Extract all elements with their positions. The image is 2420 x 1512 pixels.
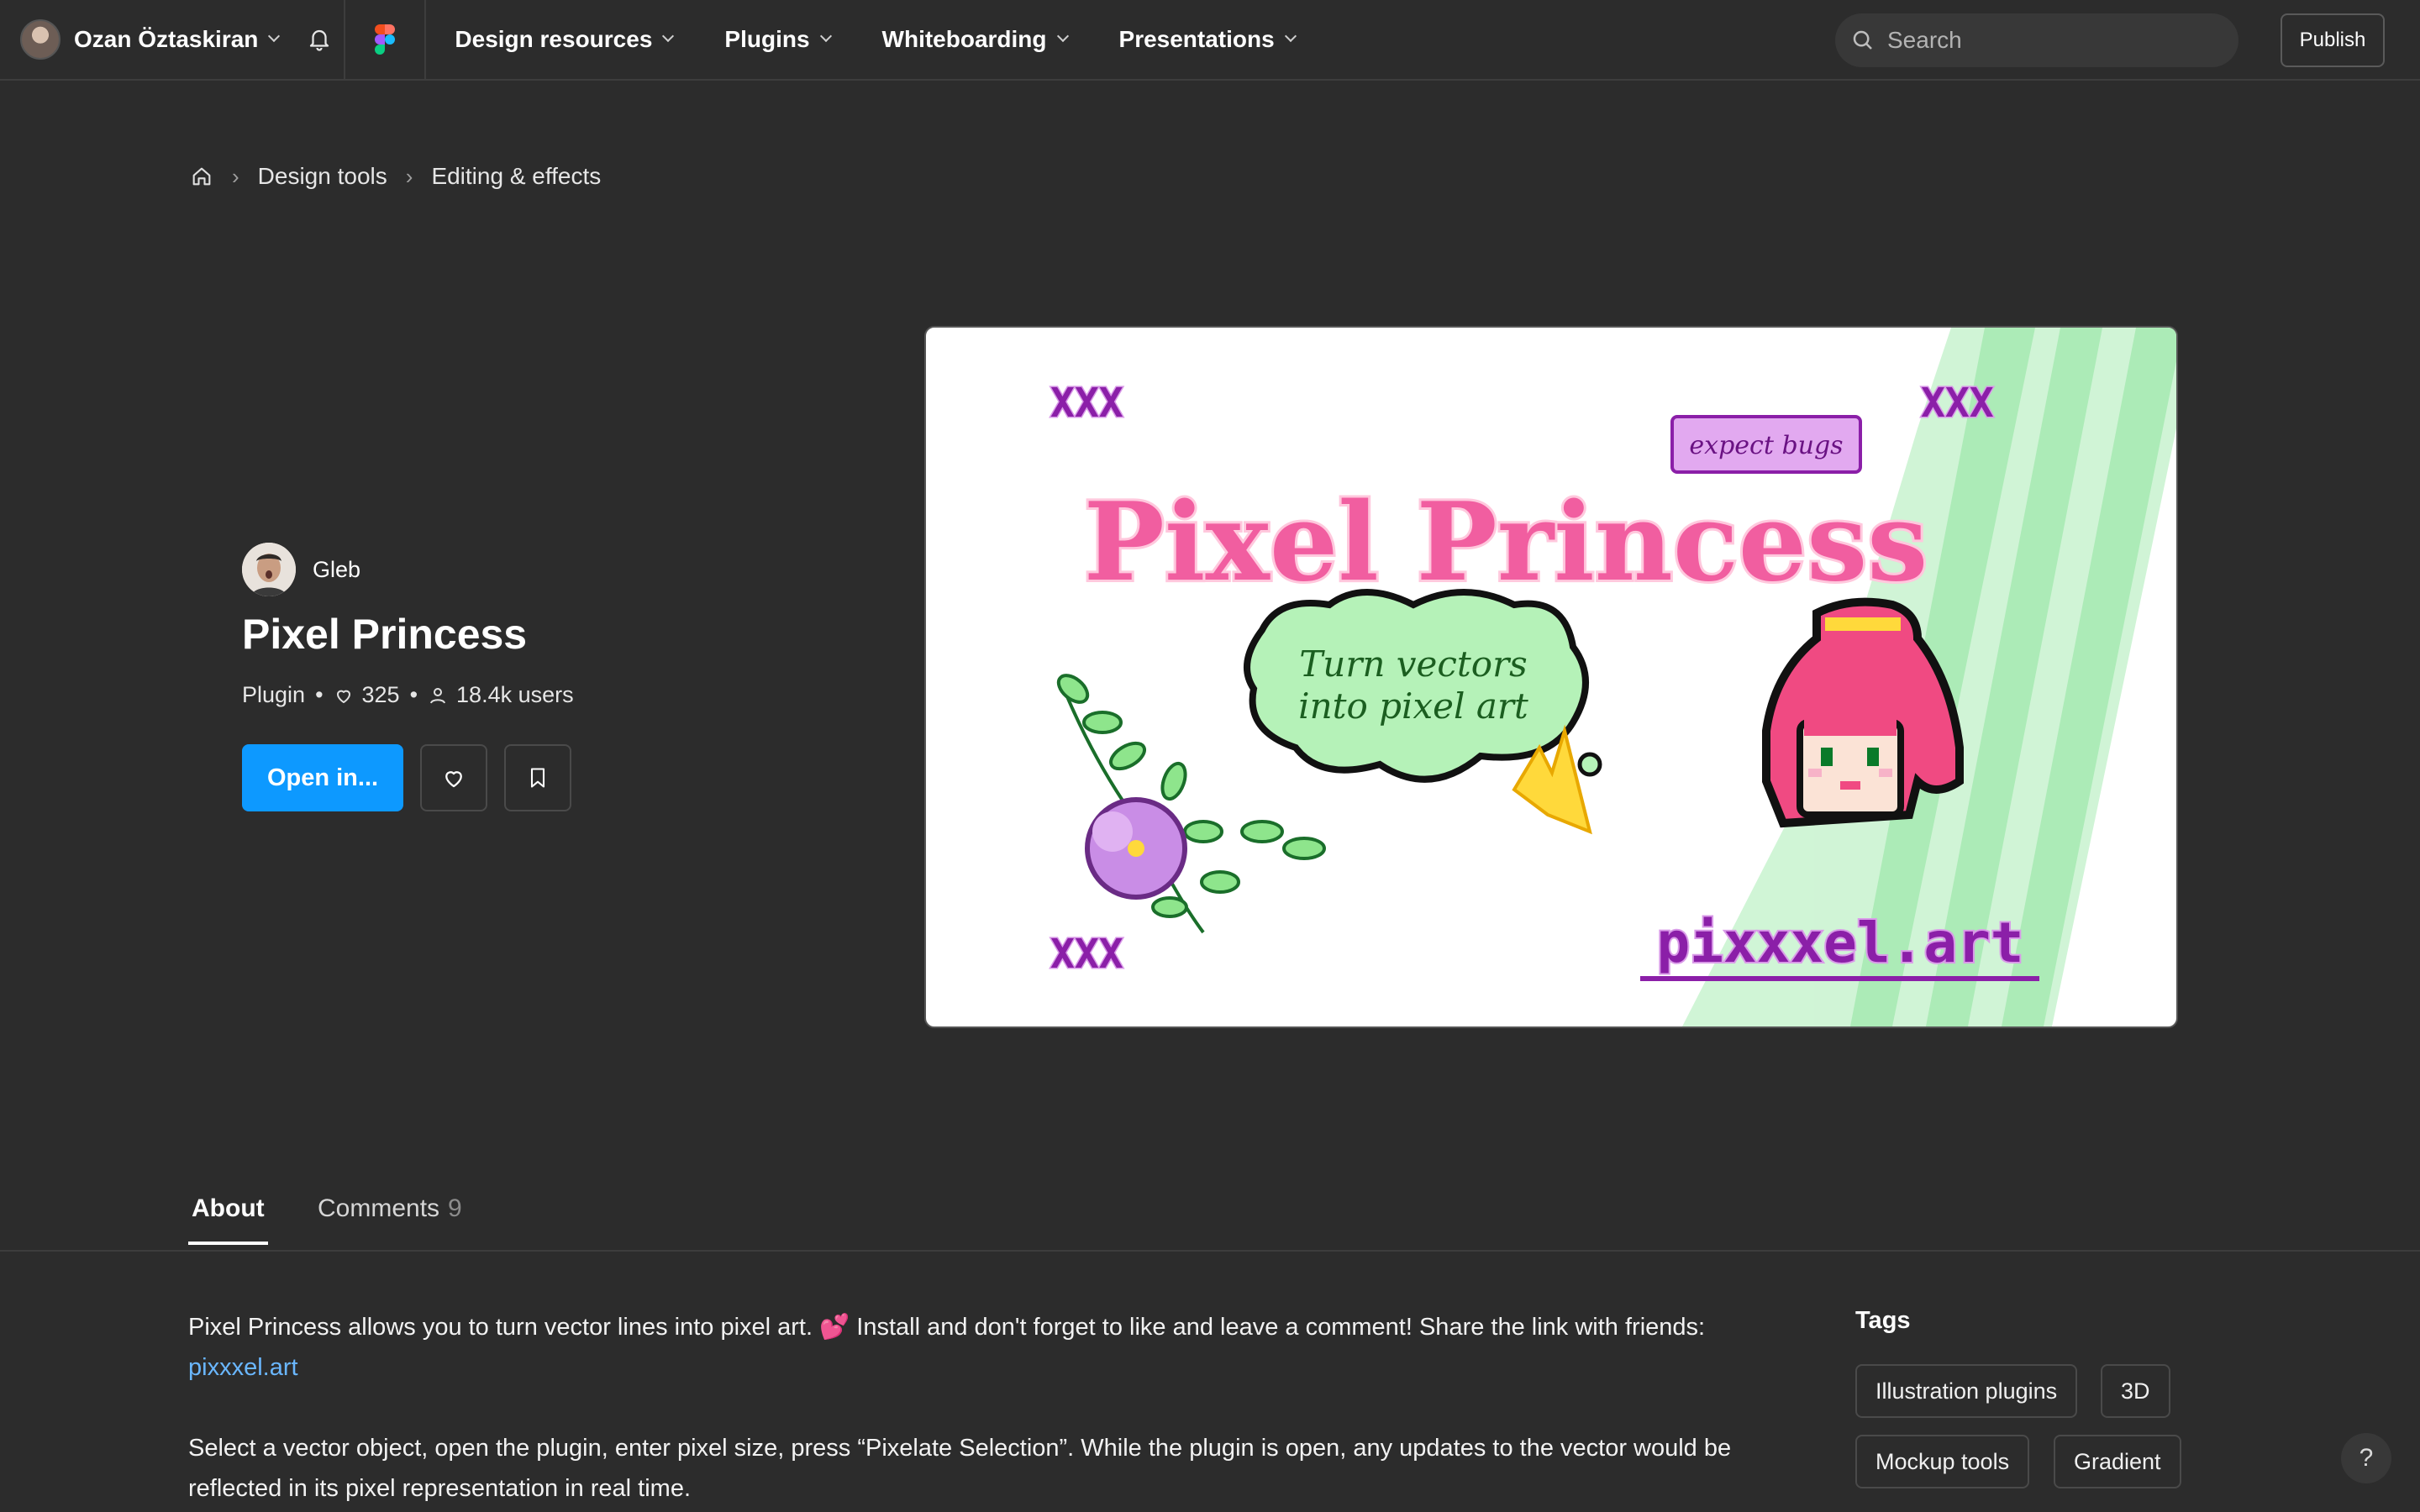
nav-presentations[interactable]: Presentations — [1118, 26, 1297, 53]
speech-line-2: into pixel art — [1298, 685, 1528, 727]
nav-label: Whiteboarding — [881, 26, 1047, 52]
figma-logo-icon — [375, 24, 396, 55]
figma-logo-button[interactable] — [345, 0, 427, 80]
chevron-down-icon — [819, 29, 832, 43]
content-tabs: About Comments 9 — [0, 1178, 2420, 1252]
tag-mockup-tools[interactable]: Mockup tools — [1855, 1435, 2030, 1488]
tab-comments[interactable]: Comments 9 — [318, 1194, 462, 1223]
cover-illustration: XXX XXX XXX expect bugs Pixel Princess T… — [1050, 328, 2176, 1026]
breadcrumb-design-tools[interactable]: Design tools — [258, 163, 387, 190]
breadcrumb-editing-effects[interactable]: Editing & effects — [431, 163, 601, 190]
nav-design-resources[interactable]: Design resources — [455, 26, 675, 53]
chevron-down-icon — [1056, 29, 1069, 43]
author-link[interactable]: Gleb — [242, 543, 360, 596]
help-button[interactable]: ? — [2341, 1433, 2391, 1483]
description-paragraph-1: Pixel Princess allows you to turn vector… — [188, 1307, 1768, 1388]
like-button[interactable] — [420, 744, 487, 811]
user-icon — [428, 685, 448, 706]
tag-illustration-plugins[interactable]: Illustration plugins — [1855, 1364, 2078, 1418]
user-menu[interactable]: Ozan Öztaskiran — [0, 0, 295, 80]
bell-icon — [310, 29, 329, 51]
bookmark-button[interactable] — [504, 744, 571, 811]
description-paragraph-2: Select a vector object, open the plugin,… — [188, 1435, 1732, 1502]
heart-icon — [445, 771, 462, 788]
tab-about[interactable]: About — [188, 1194, 268, 1245]
search-placeholder: Search — [1887, 27, 1962, 53]
tags-heading: Tags — [1855, 1307, 1911, 1334]
nav-whiteboarding[interactable]: Whiteboarding — [881, 26, 1069, 53]
separator-dot: • — [409, 682, 418, 707]
purple-flower — [1085, 797, 1187, 900]
top-navigation-bar: Ozan Öztaskiran Design resources Plugins… — [0, 0, 2420, 81]
chevron-right-icon: › — [232, 163, 239, 189]
user-name: Ozan Öztaskiran — [74, 26, 259, 52]
cover-site-text: pixxxel.art — [1656, 911, 2023, 975]
chevron-down-icon — [662, 29, 675, 43]
plugin-actions: Open in... — [242, 744, 571, 811]
website-link[interactable]: pixxxel.art — [188, 1354, 298, 1381]
users-count: 18.4k users — [456, 682, 574, 707]
chevron-right-icon: › — [405, 163, 413, 189]
speech-line-1: Turn vectors — [1299, 643, 1527, 685]
comments-count: 9 — [448, 1194, 462, 1222]
plugin-title: Pixel Princess — [242, 611, 528, 658]
user-avatar — [20, 19, 60, 60]
corner-mark-top-right: XXX — [1921, 380, 1994, 427]
description-text-1: Pixel Princess allows you to turn vector… — [188, 1314, 1706, 1341]
likes-count: 325 — [361, 682, 400, 707]
nav-label: Presentations — [1118, 26, 1275, 52]
notifications-button[interactable] — [295, 0, 346, 80]
bookmark-icon — [530, 768, 545, 788]
breadcrumb: › Design tools › Editing & effects — [190, 161, 601, 192]
tag-3d[interactable]: 3D — [2101, 1364, 2170, 1418]
search-input[interactable]: Search — [1835, 13, 2238, 67]
corner-mark-bottom-left: XXX — [1050, 931, 1123, 978]
plugin-type: Plugin — [242, 682, 306, 707]
separator-dot: • — [315, 682, 324, 707]
corner-mark-top-left: XXX — [1050, 380, 1123, 427]
plugin-description: Pixel Princess allows you to turn vector… — [188, 1307, 1768, 1512]
main-nav: Design resources Plugins Whiteboarding P… — [455, 26, 1346, 53]
chevron-down-icon — [268, 29, 281, 43]
heart-icon — [334, 685, 354, 706]
plugin-cover-image: XXX XXX XXX expect bugs Pixel Princess T… — [924, 326, 2178, 1028]
tab-comments-label: Comments — [318, 1194, 440, 1222]
expect-bugs-badge: expect bugs — [1689, 431, 1843, 460]
open-in-button[interactable]: Open in... — [242, 744, 403, 811]
plugin-meta: Plugin • 325 • 18.4k users — [242, 682, 574, 708]
chevron-down-icon — [1284, 29, 1297, 43]
nav-label: Plugins — [724, 26, 810, 52]
search-icon — [1853, 30, 1872, 50]
cover-title: Pixel Princess — [1084, 480, 1928, 606]
author-avatar — [242, 543, 296, 596]
tag-gradient[interactable]: Gradient — [2054, 1435, 2181, 1488]
nav-label: Design resources — [455, 26, 653, 52]
publish-button[interactable]: Publish — [2281, 13, 2385, 67]
home-icon[interactable] — [190, 165, 213, 188]
author-name: Gleb — [313, 556, 361, 582]
nav-plugins[interactable]: Plugins — [724, 26, 832, 53]
